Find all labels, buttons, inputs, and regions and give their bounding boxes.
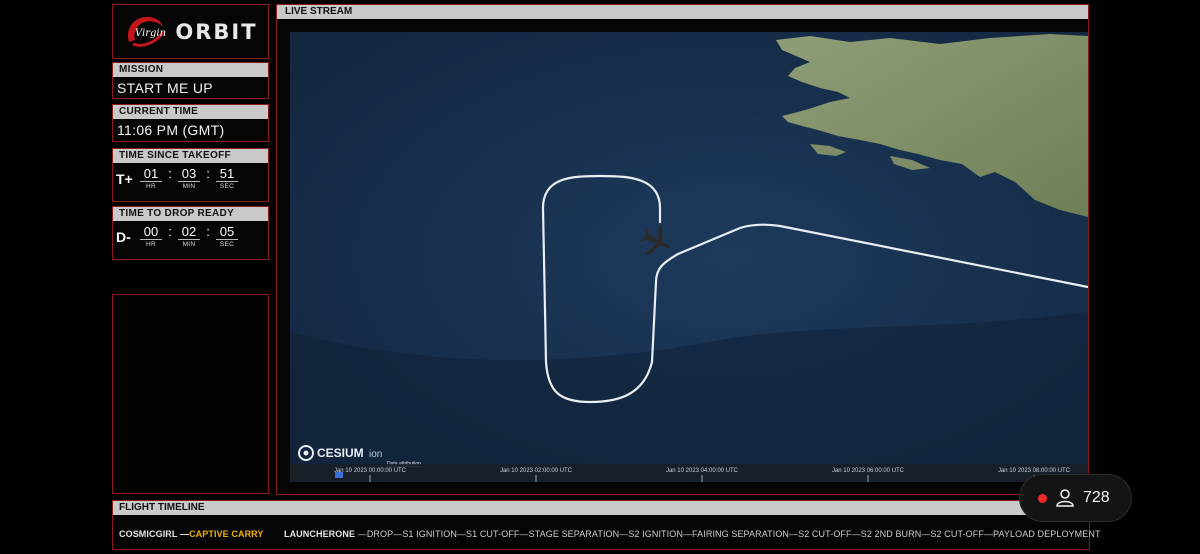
drop-seconds: 05 SEC [214,225,240,248]
drop-hours-label: HR [146,241,156,248]
time-tick-label: Jan 10 2023 06:00:00 UTC [832,468,905,474]
flight-timeline-phases: COSMICGIRL —CAPTIVE CARRY LAUNCHERONE —D… [119,529,1101,539]
svg-text:ion: ion [369,449,382,460]
colon: : [168,166,172,181]
logo-script-text: Virgin [135,28,166,39]
drop-seconds-value: 05 [216,225,238,240]
vehicle1-name: COSMICGIRL [119,529,178,539]
flight-track-map[interactable]: CESIUM ion Data attribution Jan 10 2023 … [290,32,1088,482]
person-icon [1056,489,1074,507]
live-stream-label: LIVE STREAM [277,5,1088,19]
drop-minutes-value: 02 [178,225,200,240]
vehicle2-name: LAUNCHERONE [283,529,356,539]
time-to-drop-label: TIME TO DROP READY [113,207,268,221]
flight-timeline-panel: FLIGHT TIMELINE COSMICGIRL —CAPTIVE CARR… [112,500,1100,550]
drop-timer: D- 00 HR : 02 MIN : 05 SEC [113,221,268,248]
phase-list: DROP—S1 IGNITION—S1 CUT-OFF—STAGE SEPARA… [366,529,1101,539]
time-tick-label: Jan 10 2023 00:00:00 UTC [334,468,407,474]
drop-minutes: 02 MIN [176,225,202,248]
takeoff-minutes-label: MIN [182,183,196,190]
drop-hours: 00 HR [138,225,164,248]
phase-active: CAPTIVE CARRY [189,529,264,539]
drop-hours-value: 00 [140,225,162,240]
time-since-takeoff-label: TIME SINCE TAKEOFF [113,149,268,163]
colon: : [206,166,210,181]
live-stream-panel: LIVE STREAM CESIUM ion Jan 10 2023 00:00… [276,4,1089,495]
colon: : [206,224,210,239]
time-to-drop-panel: TIME TO DROP READY D- 00 HR : 02 MIN : 0… [112,206,269,260]
flight-timeline-label: FLIGHT TIMELINE [113,501,1089,515]
takeoff-prefix: T+ [116,171,133,187]
takeoff-seconds-value: 51 [216,167,238,182]
takeoff-seconds-label: SEC [219,183,235,190]
takeoff-timer: T+ 01 HR : 03 MIN : 51 SEC [113,163,268,190]
drop-seconds-label: SEC [219,241,235,248]
takeoff-hours: 01 HR [138,167,164,190]
colon: : [168,224,172,239]
takeoff-hours-label: HR [146,183,156,190]
mission-label: MISSION [113,63,268,77]
mission-value: START ME UP [117,80,213,96]
time-tick-label: Jan 10 2023 02:00:00 UTC [500,468,573,474]
current-time-panel: CURRENT TIME 11:06 PM (GMT) [112,104,269,142]
viewer-count-badge[interactable]: 728 [1019,474,1132,522]
current-time-label: CURRENT TIME [113,105,268,119]
live-dot-icon [1038,493,1047,503]
time-tick-label: Jan 10 2023 04:00:00 UTC [666,468,739,474]
takeoff-seconds: 51 SEC [214,167,240,190]
time-since-takeoff-panel: TIME SINCE TAKEOFF T+ 01 HR : 03 MIN : 5… [112,148,269,202]
empty-panel [112,294,269,494]
takeoff-minutes-value: 03 [178,167,200,182]
virgin-logo-mark: Virgin [123,12,169,52]
svg-text:CESIUM: CESIUM [317,446,364,460]
drop-prefix: D- [116,229,131,245]
takeoff-hours-value: 01 [140,167,162,182]
mission-panel: MISSION START ME UP [112,62,269,99]
viewer-count: 728 [1083,489,1110,506]
logo-text: ORBIT [175,19,258,44]
virgin-orbit-logo: Virgin ORBIT [112,4,269,59]
current-time-value: 11:06 PM (GMT) [117,122,225,138]
drop-minutes-label: MIN [182,241,196,248]
takeoff-minutes: 03 MIN [176,167,202,190]
